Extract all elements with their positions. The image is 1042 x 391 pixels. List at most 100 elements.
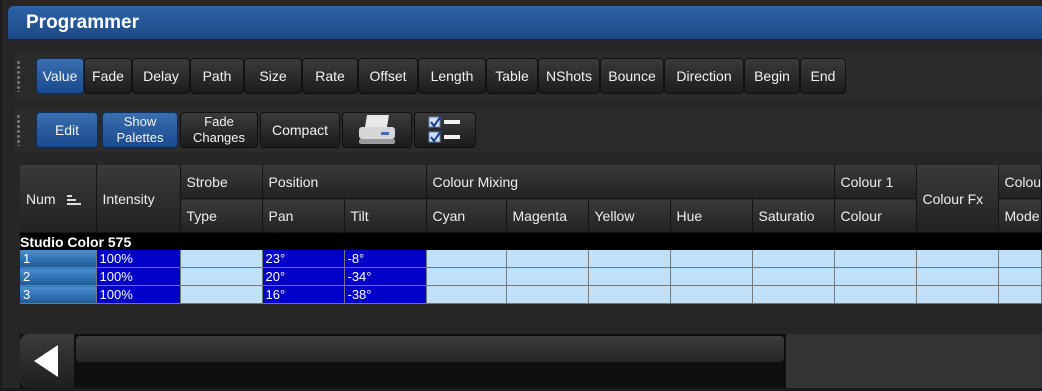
delay-button[interactable]: Delay [132,58,190,94]
print-icon [359,115,395,144]
yellow-cell[interactable] [588,267,671,286]
show-palettes-button[interactable]: Show Palettes [102,112,178,148]
magenta-cell[interactable] [506,267,589,286]
tilt-cell[interactable]: -34° [344,267,427,286]
strobe-type-cell[interactable] [180,267,263,286]
magenta-cell[interactable] [506,250,589,268]
intensity-cell[interactable]: 100% [96,285,181,304]
compact-button[interactable]: Compact [260,112,340,148]
strobe-column-header[interactable]: Strobe [180,165,263,199]
scroll-left-button[interactable] [20,334,74,388]
value-button[interactable]: Value [36,58,84,94]
horizontal-scrollbar[interactable] [20,334,1042,388]
programmer-grid: Num Intensity Strobe Position Colour Mix… [20,165,1042,323]
magenta-cell[interactable] [506,285,589,304]
sort-icon [67,194,82,205]
strobe-type-cell[interactable] [180,250,263,268]
rate-button[interactable]: Rate [302,58,358,94]
arrow-left-icon [34,345,58,377]
num-header-label: Num [26,190,56,207]
position-column-header[interactable]: Position [262,165,427,199]
end-button[interactable]: End [800,58,846,94]
cyan-cell[interactable] [426,285,507,304]
num-column-header[interactable]: Num [20,165,97,233]
pan-column-header[interactable]: Pan [262,198,345,233]
colour-mixing-column-header[interactable]: Colour Mixing [426,165,835,199]
type-column-header[interactable]: Type [180,198,263,233]
colour-column-header[interactable]: Colour [834,198,917,233]
scroll-track[interactable] [786,334,1042,388]
mode-cell[interactable] [998,285,1042,304]
table-row[interactable]: 3 100% 16° -38° [20,285,1042,304]
tilt-cell[interactable]: -38° [344,285,427,304]
magenta-column-header[interactable]: Magenta [506,198,589,233]
yellow-cell[interactable] [588,250,671,268]
fade-button[interactable]: Fade [84,58,132,94]
hue-cell[interactable] [670,267,753,286]
channel-table: Num Intensity Strobe Position Colour Mix… [20,165,1042,304]
table-row[interactable]: 1 100% 23° -8° [20,250,1042,268]
colour-cell[interactable] [834,285,917,304]
pan-cell[interactable]: 16° [262,285,345,304]
scroll-thumb[interactable] [76,336,784,362]
offset-button[interactable]: Offset [358,58,418,94]
hue-cell[interactable] [670,250,753,268]
num-cell[interactable]: 2 [20,267,97,286]
intensity-column-header[interactable]: Intensity [96,165,181,233]
length-button[interactable]: Length [418,58,486,94]
table-row[interactable]: 2 100% 20° -34° [20,267,1042,286]
intensity-cell[interactable]: 100% [96,250,181,268]
toolbar-grip[interactable] [16,60,21,92]
yellow-column-header[interactable]: Yellow [588,198,671,233]
fade-changes-line1: Fade [204,114,234,129]
cyan-cell[interactable] [426,267,507,286]
begin-button[interactable]: Begin [744,58,800,94]
direction-button[interactable]: Direction [664,58,744,94]
colour-cell[interactable] [834,250,917,268]
num-cell[interactable]: 1 [20,250,97,268]
bounce-button[interactable]: Bounce [600,58,664,94]
toolbar-grip[interactable] [16,114,21,146]
table-button[interactable]: Table [486,58,538,94]
colour-fx-cell[interactable] [916,285,999,304]
num-cell[interactable]: 3 [20,285,97,304]
fade-changes-button[interactable]: Fade Changes [180,112,258,148]
checklist-button[interactable] [414,112,476,148]
path-button[interactable]: Path [190,58,244,94]
show-palettes-line2: Palettes [116,130,164,145]
yellow-cell[interactable] [588,285,671,304]
colour-cell[interactable] [834,267,917,286]
strobe-type-cell[interactable] [180,285,263,304]
pan-cell[interactable]: 20° [262,267,345,286]
hue-column-header[interactable]: Hue [670,198,753,233]
mode-cell[interactable] [998,267,1042,286]
colour-fx-cell[interactable] [916,250,999,268]
title-bar: Programmer [8,6,1042,39]
size-button[interactable]: Size [244,58,302,94]
checklist-icon [428,115,460,143]
edit-button[interactable]: Edit [36,112,98,148]
window-title: Programmer [26,12,139,33]
pan-cell[interactable]: 23° [262,250,345,268]
tilt-cell[interactable]: -8° [344,250,427,268]
hue-cell[interactable] [670,285,753,304]
fixture-group-label: Studio Color 575 [20,232,1042,250]
saturation-cell[interactable] [752,250,835,268]
mode-column-header[interactable]: Mode [998,198,1042,233]
attribute-toolbar: Value Fade Delay Path Size Rate Offset L… [14,54,1042,98]
saturation-cell[interactable] [752,285,835,304]
programmer-window: Programmer Value Fade Delay Path Size Ra… [2,0,1042,388]
cyan-cell[interactable] [426,250,507,268]
saturation-cell[interactable] [752,267,835,286]
colour-fx-cell[interactable] [916,267,999,286]
nshots-button[interactable]: NShots [538,58,600,94]
print-button[interactable] [342,112,412,148]
colour-mode-column-header[interactable]: Colou [998,165,1042,199]
saturation-column-header[interactable]: Saturatio [752,198,835,233]
cyan-column-header[interactable]: Cyan [426,198,507,233]
colour-fx-column-header[interactable]: Colour Fx [916,165,999,233]
tilt-column-header[interactable]: Tilt [344,198,427,233]
colour1-column-header[interactable]: Colour 1 [834,165,917,199]
mode-cell[interactable] [998,250,1042,268]
intensity-cell[interactable]: 100% [96,267,181,286]
